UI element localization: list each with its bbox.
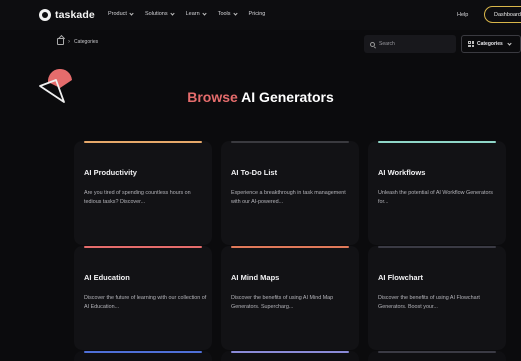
search-box[interactable]: [364, 35, 456, 53]
logo-text: taskade: [55, 9, 95, 21]
card-accent-bar: [84, 246, 202, 248]
card-title: AI Productivity: [84, 168, 137, 177]
card-accent-bar: [231, 246, 349, 248]
card-description: Discover the benefits of using AI Mind M…: [231, 295, 334, 310]
card-accent-bar: [84, 141, 202, 143]
nav-item-pricing[interactable]: Pricing: [249, 11, 266, 17]
card-title: AI To-Do List: [231, 168, 278, 177]
home-icon[interactable]: [57, 38, 64, 45]
card-ai-todo-list[interactable]: AI To-Do List Experience a breakthrough …: [221, 141, 359, 245]
card-partial[interactable]: [368, 351, 506, 361]
categories-label: Categories: [477, 41, 503, 47]
card-accent-bar: [378, 141, 496, 143]
card-title: AI Flowchart: [378, 273, 424, 282]
card-partial[interactable]: [221, 351, 359, 361]
help-link[interactable]: Help: [457, 12, 468, 18]
card-title: AI Workflows: [378, 168, 426, 177]
card-description: Unleash the potential of AI Workflow Gen…: [378, 190, 493, 205]
nav-item-solutions[interactable]: Solutions: [145, 10, 175, 17]
card-accent-bar: [378, 246, 496, 248]
card-title: AI Mind Maps: [231, 273, 280, 282]
card-description: Are you tired of spending countless hour…: [84, 190, 191, 205]
card-accent-bar: [84, 351, 202, 353]
card-ai-productivity[interactable]: AI Productivity Are you tired of spendin…: [74, 141, 212, 245]
card-description: Discover the future of learning with our…: [84, 295, 207, 310]
page-title: Browse AI Generators: [187, 89, 334, 105]
chevron-down-icon: [202, 10, 207, 16]
nav-item-product[interactable]: Product: [108, 10, 134, 17]
card-ai-mind-maps[interactable]: AI Mind Maps Discover the benefits of us…: [221, 246, 359, 350]
grid-icon: [468, 41, 474, 47]
card-title: AI Education: [84, 273, 130, 282]
chevron-down-icon: [232, 10, 238, 16]
card-ai-workflows[interactable]: AI Workflows Unleash the potential of AI…: [368, 141, 506, 245]
taskade-logo[interactable]: taskade: [39, 9, 95, 21]
nav-item-tools[interactable]: Tools: [218, 10, 238, 17]
search-input[interactable]: [379, 41, 449, 47]
card-description: Experience a breakthrough in task manage…: [231, 190, 346, 205]
nav-item-learn[interactable]: Learn: [186, 10, 207, 17]
nav-menu: Product Solutions Learn Tools Pricing: [108, 10, 266, 17]
logo-icon: [39, 9, 51, 21]
breadcrumb: › Categories: [57, 38, 98, 45]
chevron-down-icon: [169, 10, 175, 16]
breadcrumb-categories[interactable]: Categories: [74, 39, 98, 45]
card-accent-bar: [378, 351, 496, 353]
dashboard-button[interactable]: Dashboard: [484, 6, 521, 23]
categories-dropdown[interactable]: Categories: [461, 35, 521, 53]
card-description: Discover the benefits of using AI Flowch…: [378, 295, 480, 310]
chevron-down-icon: [129, 10, 134, 16]
chevron-down-icon: [507, 40, 512, 46]
search-icon: [370, 41, 375, 47]
chevron-right-icon: ›: [68, 38, 70, 45]
card-ai-flowchart[interactable]: AI Flowchart Discover the benefits of us…: [368, 246, 506, 350]
card-accent-bar: [231, 351, 349, 353]
card-ai-education[interactable]: AI Education Discover the future of lear…: [74, 246, 212, 350]
card-accent-bar: [231, 141, 349, 143]
top-nav: taskade Product Solutions Learn Tools Pr…: [0, 0, 521, 30]
card-partial[interactable]: [74, 351, 212, 361]
